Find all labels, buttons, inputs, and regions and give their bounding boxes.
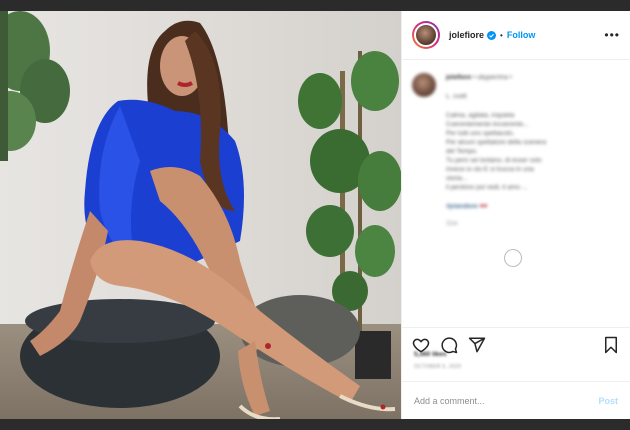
caption-line: Coerentemente incoerente... [446, 121, 529, 128]
separator-dot: • [500, 30, 503, 40]
caption-suffix: • ubyperrina • [473, 74, 512, 81]
post-side-panel: jolefiore • Follow ••• jolefiore • ubype… [401, 11, 630, 419]
verified-badge-icon [487, 30, 497, 40]
post-username[interactable]: jolefiore [449, 30, 484, 40]
caption-line: invece io sto E si trucca in una [446, 166, 534, 173]
left-plant [0, 11, 70, 161]
caption-line: Per tutti uno spettacolo. [446, 130, 515, 137]
post-photo[interactable] [0, 11, 401, 419]
load-more-comments-icon[interactable] [504, 249, 522, 267]
caption-line: il perdono poi vedi, ti amo ... [446, 184, 528, 191]
caption-hashtag[interactable]: #jolandiore [446, 203, 478, 210]
caption-lines: L. ccelt Calma, agitata, inquieta Coeren… [446, 92, 606, 192]
follow-button[interactable]: Follow [507, 30, 536, 40]
post-comment-button[interactable]: Post [598, 396, 618, 406]
avatar[interactable] [412, 21, 440, 49]
caption-line: storia... [446, 175, 468, 182]
comment-input[interactable] [414, 395, 599, 406]
more-options-icon[interactable]: ••• [604, 28, 620, 42]
caption-meta: 11w [446, 220, 458, 227]
caption-line: Tu però sei lontano, di esser solo [446, 157, 542, 164]
caption-line: del Tempo. [446, 148, 478, 155]
caption-line: Per alcuni spettatore della scenera [446, 139, 547, 146]
share-icon[interactable] [468, 336, 486, 354]
bookmark-icon[interactable] [602, 336, 620, 354]
caption-comment: jolefiore • ubyperrina • L. ccelt Calma,… [412, 73, 620, 228]
caption-username[interactable]: jolefiore [446, 74, 471, 81]
likes-count[interactable]: 5,360 likes [414, 351, 447, 358]
photo-scene [0, 11, 401, 419]
post-date: OCTOBER 5, 2020 [414, 364, 462, 370]
comment-box: Post [402, 381, 630, 419]
caption-avatar[interactable] [412, 73, 436, 97]
post-modal: jolefiore • Follow ••• jolefiore • ubype… [0, 11, 630, 419]
caption-line: Calma, agitata, inquieta [446, 112, 515, 119]
caption-body: jolefiore • ubyperrina • L. ccelt Calma,… [446, 73, 606, 228]
caption-area: jolefiore • ubyperrina • L. ccelt Calma,… [402, 61, 630, 327]
post-header: jolefiore • Follow ••• [402, 11, 630, 60]
caption-line: L. ccelt [446, 93, 467, 100]
